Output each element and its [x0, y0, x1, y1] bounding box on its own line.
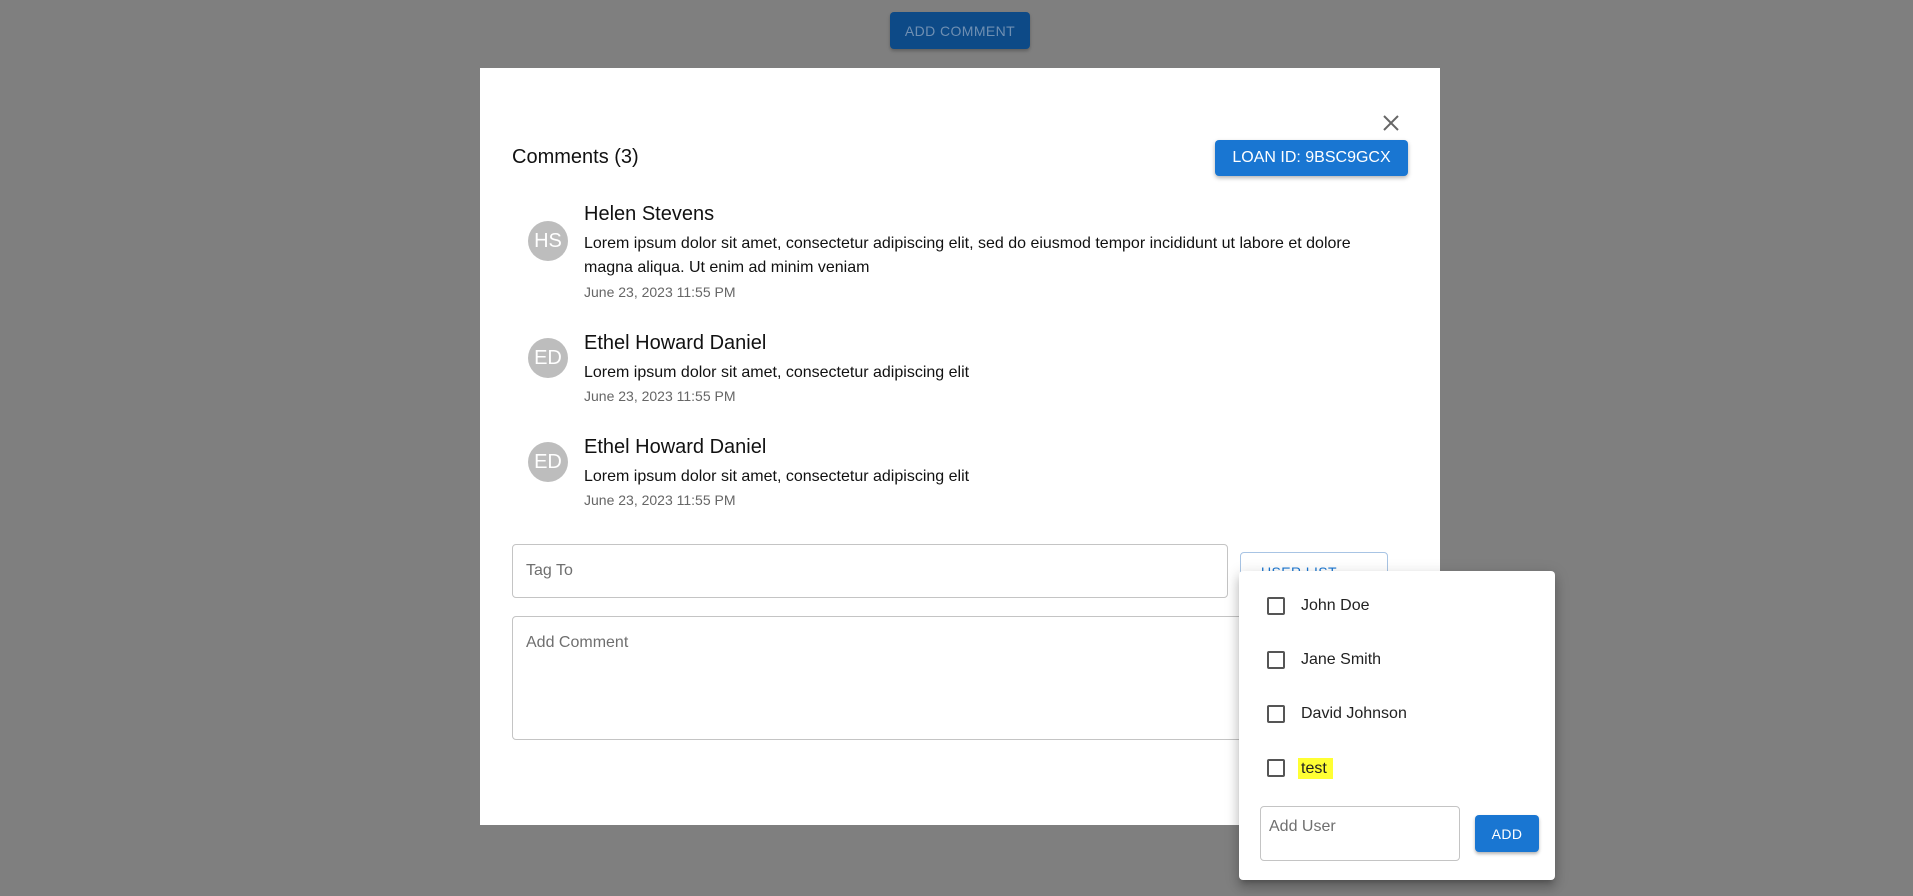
add-user-input[interactable]: [1260, 806, 1460, 861]
add-comment-button[interactable]: ADD COMMENT: [890, 12, 1030, 49]
avatar: ED: [528, 442, 568, 482]
comment-author: Ethel Howard Daniel: [584, 436, 767, 458]
user-option-david-johnson[interactable]: David Johnson: [1267, 701, 1407, 727]
checkbox-icon[interactable]: [1267, 759, 1285, 777]
dialog-title: Comments (3): [512, 146, 639, 168]
comment-date: June 23, 2023 11:55 PM: [584, 284, 736, 300]
comment-text: Lorem ipsum dolor sit amet, consectetur …: [584, 364, 970, 381]
close-icon: [1383, 115, 1399, 131]
comment-date: June 23, 2023 11:55 PM: [584, 388, 736, 404]
close-button[interactable]: [1376, 108, 1406, 138]
user-option-label: John Doe: [1301, 597, 1370, 614]
add-comment-textarea[interactable]: [512, 616, 1252, 740]
user-option-label: Jane Smith: [1301, 651, 1382, 668]
add-user-button[interactable]: ADD: [1475, 815, 1539, 852]
checkbox-icon[interactable]: [1267, 705, 1285, 723]
avatar: ED: [528, 338, 568, 378]
user-option-test[interactable]: test: [1267, 755, 1333, 781]
user-list-menu: John Doe Jane Smith David Johnson test A…: [1239, 571, 1555, 880]
comment-author: Ethel Howard Daniel: [584, 332, 767, 354]
user-option-jane-smith[interactable]: Jane Smith: [1267, 647, 1381, 673]
comment-author: Helen Stevens: [584, 203, 715, 225]
user-option-label: David Johnson: [1301, 705, 1407, 722]
comment-date: June 23, 2023 11:55 PM: [584, 492, 736, 508]
loan-id-button[interactable]: LOAN ID: 9BSC9GCX: [1215, 140, 1408, 176]
comment-text: Lorem ipsum dolor sit amet, consectetur …: [584, 235, 1351, 276]
user-option-john-doe[interactable]: John Doe: [1267, 593, 1370, 619]
avatar: HS: [528, 221, 568, 261]
tag-to-input[interactable]: [512, 544, 1228, 598]
checkbox-icon[interactable]: [1267, 597, 1285, 615]
checkbox-icon[interactable]: [1267, 651, 1285, 669]
user-option-label: test: [1298, 757, 1333, 779]
comment-text: Lorem ipsum dolor sit amet, consectetur …: [584, 468, 970, 485]
